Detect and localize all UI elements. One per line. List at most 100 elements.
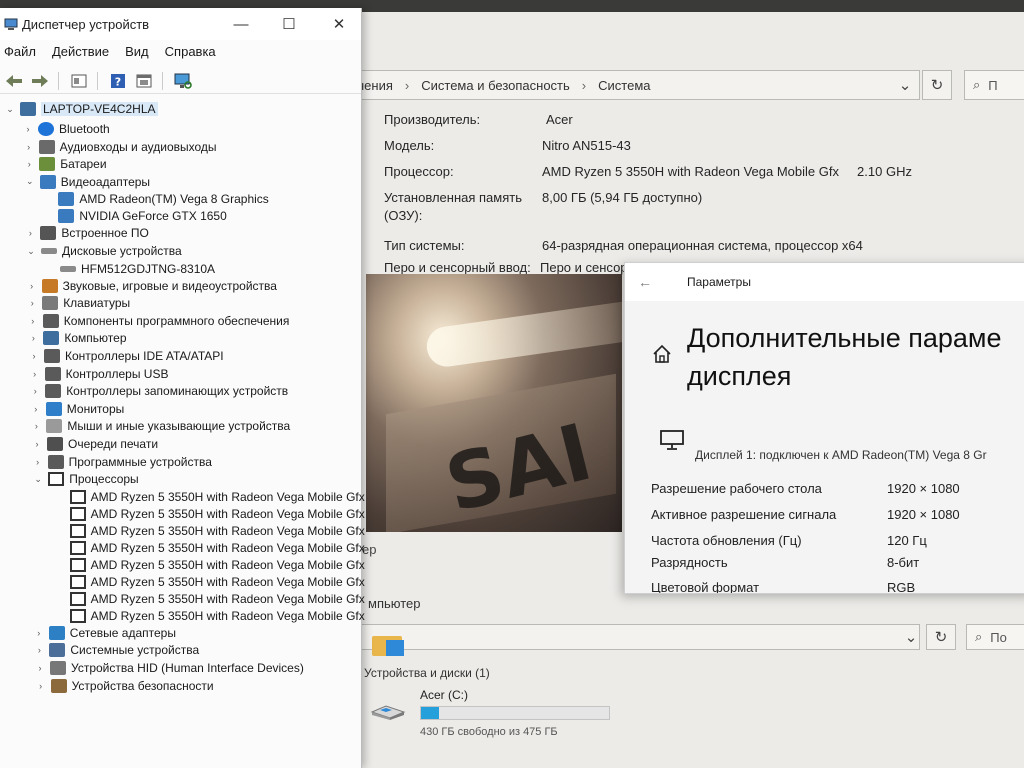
- tree-category[interactable]: › Компьютер: [27, 329, 127, 347]
- tree-device[interactable]: AMD Ryzen 5 3550H with Radeon Vega Mobil…: [69, 573, 365, 591]
- tree-device[interactable]: AMD Ryzen 5 3550H with Radeon Vega Mobil…: [69, 539, 365, 557]
- device-manager-app-icon: [4, 17, 18, 31]
- tree-category[interactable]: › Батареи: [23, 155, 107, 173]
- collapse-chevron-icon[interactable]: ›: [35, 681, 47, 691]
- maximize-button[interactable]: ☐: [266, 10, 312, 38]
- address-box[interactable]: нения › Система и безопасность › Система: [354, 70, 920, 100]
- expand-chevron-icon[interactable]: ⌄: [25, 246, 37, 257]
- help-icon[interactable]: ?: [106, 70, 130, 92]
- collapse-chevron-icon[interactable]: ›: [23, 142, 35, 152]
- collapse-chevron-icon[interactable]: ›: [33, 645, 45, 655]
- close-button[interactable]: ✕: [316, 10, 362, 38]
- sound-icon: [41, 278, 58, 293]
- menu-help[interactable]: Справка: [165, 44, 216, 66]
- tree-category[interactable]: › Контроллеры запоминающих устройств: [29, 382, 288, 400]
- tree-category[interactable]: › Мониторы: [30, 400, 124, 418]
- expand-chevron-icon[interactable]: ⌄: [24, 176, 36, 187]
- show-hidden-icon[interactable]: [132, 70, 156, 92]
- collapse-chevron-icon[interactable]: ›: [23, 159, 35, 169]
- collapse-chevron-icon[interactable]: ›: [29, 369, 41, 379]
- tree-device[interactable]: AMD Ryzen 5 3550H with Radeon Vega Mobil…: [69, 590, 365, 608]
- collapse-chevron-icon[interactable]: ›: [26, 298, 38, 308]
- tree-category[interactable]: ⌄ Дисковые устройства: [25, 242, 182, 260]
- tree-device-label: AMD Ryzen 5 3550H with Radeon Vega Mobil…: [90, 608, 365, 623]
- tree-device[interactable]: AMD Radeon(TM) Vega 8 Graphics: [58, 190, 269, 208]
- setting-value: 1920 × 1080: [887, 507, 960, 522]
- window-titlebar[interactable]: Диспетчер устройств — ☐ ✕: [0, 8, 361, 40]
- chevron-down-icon[interactable]: ⌄: [890, 70, 920, 100]
- collapse-chevron-icon[interactable]: ›: [30, 421, 42, 431]
- tree-device-label: HFM512GDJTNG-8310A: [81, 261, 216, 276]
- collapse-chevron-icon[interactable]: ›: [29, 386, 41, 396]
- collapse-chevron-icon[interactable]: ›: [33, 628, 45, 638]
- firmware-icon: [40, 226, 57, 241]
- tree-device[interactable]: HFM512GDJTNG-8310A: [60, 260, 215, 278]
- wallpaper-light-beam: [424, 298, 622, 370]
- minimize-button[interactable]: —: [218, 10, 264, 38]
- tree-category[interactable]: › Системные устройства: [33, 641, 199, 659]
- tree-device[interactable]: AMD Ryzen 5 3550H with Radeon Vega Mobil…: [69, 522, 365, 540]
- back-arrow-icon[interactable]: ←: [625, 274, 665, 290]
- tree-category[interactable]: › Клавиатуры: [26, 294, 130, 312]
- forward-arrow-icon[interactable]: [28, 70, 52, 92]
- tree-device[interactable]: NVIDIA GeForce GTX 1650: [58, 207, 227, 225]
- monitor-scan-icon[interactable]: [171, 70, 195, 92]
- explorer-search-input[interactable]: ⌕ По: [966, 624, 1024, 650]
- collapse-chevron-icon[interactable]: ›: [30, 404, 42, 414]
- tree-category[interactable]: › Мыши и иные указывающие устройства: [30, 417, 290, 435]
- tree-device[interactable]: AMD Ryzen 5 3550H with Radeon Vega Mobil…: [69, 505, 365, 523]
- tree-device[interactable]: AMD Ryzen 5 3550H with Radeon Vega Mobil…: [69, 488, 365, 506]
- explorer-address-box[interactable]: [360, 624, 920, 650]
- processor-icon: [69, 574, 86, 589]
- tree-category[interactable]: › Устройства HID (Human Interface Devices…: [34, 659, 304, 677]
- collapse-chevron-icon[interactable]: ›: [27, 316, 39, 326]
- collapse-chevron-icon[interactable]: ›: [28, 351, 40, 361]
- chevron-down-icon[interactable]: ⌄: [896, 624, 926, 650]
- collapse-chevron-icon[interactable]: ›: [24, 228, 36, 238]
- tree-device[interactable]: AMD Ryzen 5 3550H with Radeon Vega Mobil…: [69, 607, 365, 625]
- back-arrow-icon[interactable]: [2, 70, 26, 92]
- tree-category[interactable]: › Контроллеры IDE ATA/ATAPI: [28, 347, 224, 365]
- breadcrumb-item[interactable]: нения: [357, 78, 393, 93]
- collapse-chevron-icon[interactable]: ›: [34, 663, 46, 673]
- spec-label: Перо и сенсорный ввод:: [384, 260, 531, 275]
- menu-action[interactable]: Действие: [52, 44, 109, 66]
- collapse-chevron-icon[interactable]: ›: [26, 281, 38, 291]
- computer-icon: [43, 331, 60, 346]
- home-icon[interactable]: [651, 343, 673, 365]
- desktop-wallpaper-image: SAI: [366, 274, 622, 532]
- tree-category[interactable]: ⌄ Видеоадаптеры: [24, 173, 150, 191]
- collapse-chevron-icon[interactable]: ›: [27, 333, 39, 343]
- expand-chevron-icon[interactable]: ⌄: [32, 474, 44, 485]
- tree-device[interactable]: AMD Ryzen 5 3550H with Radeon Vega Mobil…: [69, 556, 365, 574]
- refresh-icon[interactable]: ↻: [926, 624, 956, 650]
- tree-category[interactable]: › Звуковые, игровые и видеоустройства: [26, 277, 277, 295]
- collapse-chevron-icon[interactable]: ›: [32, 457, 44, 467]
- search-input[interactable]: ⌕ П: [964, 70, 1024, 100]
- tree-category[interactable]: › Очереди печати: [31, 435, 158, 453]
- collapse-chevron-icon[interactable]: ›: [31, 439, 43, 449]
- devices-and-drives-header[interactable]: Устройства и диски (1): [364, 666, 490, 680]
- breadcrumb-item[interactable]: Система и безопасность: [421, 78, 570, 93]
- tree-category[interactable]: › Контроллеры USB: [29, 365, 168, 383]
- tree-category[interactable]: › Устройства безопасности: [35, 677, 214, 695]
- drive-name[interactable]: Acer (C:): [420, 688, 468, 702]
- tree-category[interactable]: › Программные устройства: [32, 453, 212, 471]
- properties-icon[interactable]: [67, 70, 91, 92]
- menu-file[interactable]: Файл: [4, 44, 36, 66]
- tree-category[interactable]: › Встроенное ПО: [24, 224, 149, 242]
- tree-root[interactable]: ⌄ LAPTOP-VE4C2HLA: [4, 100, 158, 118]
- tree-category[interactable]: ⌄ Процессоры: [32, 470, 139, 488]
- breadcrumb-item[interactable]: Система: [598, 78, 650, 93]
- display-connection-label[interactable]: Дисплей 1: подключен к AMD Radeon(TM) Ve…: [695, 448, 987, 462]
- tree-category-label: Мыши и иные указывающие устройства: [67, 419, 291, 434]
- tree-category[interactable]: › Сетевые адаптеры: [33, 624, 176, 642]
- tree-category-label: Контроллеры IDE ATA/ATAPI: [65, 349, 224, 363]
- tree-category[interactable]: › Компоненты программного обеспечения: [27, 312, 289, 330]
- collapse-chevron-icon[interactable]: ›: [22, 124, 34, 134]
- refresh-icon[interactable]: ↻: [922, 70, 952, 100]
- menu-view[interactable]: Вид: [125, 44, 149, 66]
- tree-category[interactable]: › Аудиовходы и аудиовыходы: [23, 138, 217, 156]
- expand-chevron-icon[interactable]: ⌄: [4, 104, 16, 115]
- tree-category[interactable]: › Bluetooth: [22, 120, 110, 138]
